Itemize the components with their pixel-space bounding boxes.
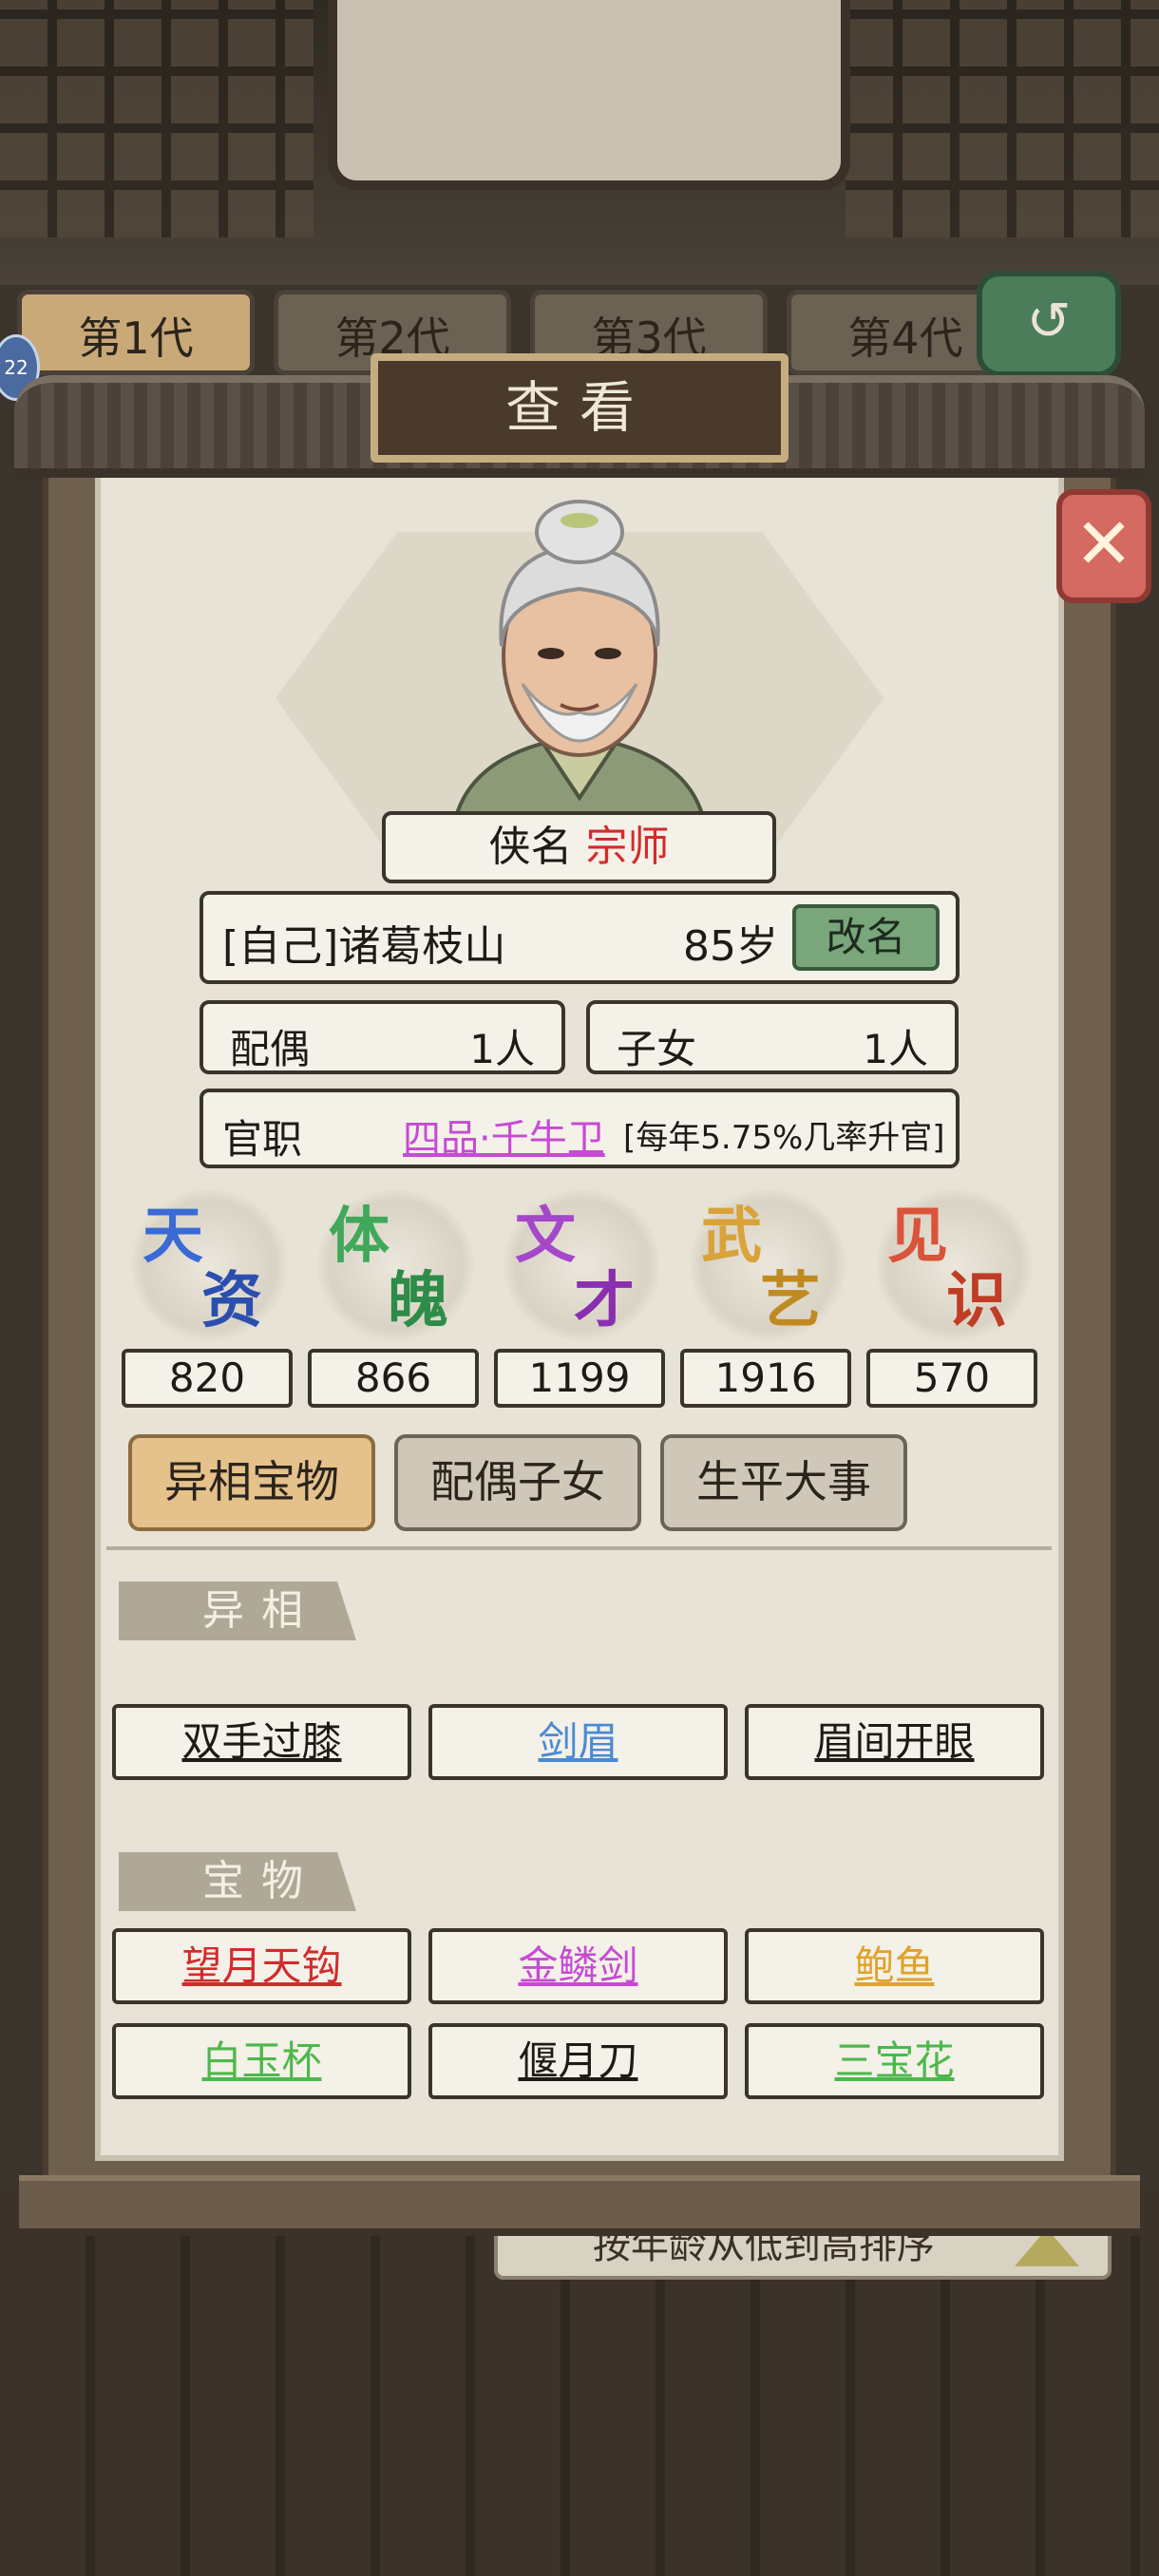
name-row: [自己]诸葛枝山 85岁 改名 <box>200 891 960 984</box>
attribute-value: 1199 <box>494 1349 665 1408</box>
office-label: 官职 <box>222 1116 303 1163</box>
treasure-item[interactable]: 鲍鱼 <box>745 1928 1044 2004</box>
attribute-value: 570 <box>866 1349 1037 1408</box>
tab-generation-1[interactable]: 第1代 <box>17 290 255 375</box>
orchid-painting <box>328 0 850 190</box>
attribute-char-1: 体 <box>329 1201 390 1272</box>
lattice-window-left <box>0 0 314 237</box>
character-age: 85岁 <box>683 922 778 971</box>
trait-item[interactable]: 剑眉 <box>428 1704 728 1780</box>
attribute-value: 820 <box>122 1349 293 1408</box>
treasure-item[interactable]: 望月天钩 <box>112 1928 411 2004</box>
treasure-item[interactable]: 白玉杯 <box>112 2023 411 2099</box>
tab-spouse-children[interactable]: 配偶子女 <box>394 1434 641 1531</box>
treasure-item[interactable]: 偃月刀 <box>428 2023 728 2099</box>
traits-section-title: 异相 <box>119 1582 356 1640</box>
back-arrow-icon: ↺ <box>1026 291 1072 352</box>
attribute-value: 1916 <box>680 1349 851 1408</box>
attribute-char-1: 武 <box>701 1201 762 1272</box>
close-button[interactable]: ✕ <box>1056 489 1151 603</box>
treasure-item[interactable]: 三宝花 <box>745 2023 1044 2099</box>
children-box[interactable]: 子女 1人 <box>586 1000 959 1074</box>
lattice-window-right <box>846 0 1159 237</box>
attribute-char-2: 艺 <box>760 1265 821 1336</box>
attribute-char-2: 识 <box>946 1265 1007 1336</box>
hero-title-value: 宗师 <box>585 823 670 871</box>
avatar <box>453 500 706 817</box>
children-count: 1人 <box>863 1026 928 1072</box>
trait-item[interactable]: 眉间开眼 <box>745 1704 1044 1780</box>
attribute-char-2: 魄 <box>388 1265 448 1336</box>
attribute-char-2: 资 <box>201 1265 262 1336</box>
attribute-char-1: 文 <box>515 1201 576 1272</box>
promotion-chance: [每年5.75%几率升官] <box>623 1119 945 1157</box>
attribute-char-1: 天 <box>142 1201 203 1272</box>
hero-title-box: 侠名 宗师 <box>382 811 776 883</box>
spouse-box[interactable]: 配偶 1人 <box>200 1000 565 1074</box>
trait-item[interactable]: 双手过膝 <box>112 1704 411 1780</box>
spouse-count: 1人 <box>469 1026 535 1072</box>
rename-button[interactable]: 改名 <box>792 904 940 971</box>
tab-traits-treasures[interactable]: 异相宝物 <box>128 1434 375 1531</box>
children-label: 子女 <box>617 1026 697 1072</box>
character-name: [自己]诸葛枝山 <box>222 922 506 971</box>
panel-base <box>19 2175 1140 2236</box>
close-icon: ✕ <box>1074 503 1133 585</box>
panel-title: 查看 <box>370 353 788 463</box>
attribute-char-1: 见 <box>887 1201 948 1272</box>
tab-life-events[interactable]: 生平大事 <box>660 1434 907 1531</box>
spouse-label: 配偶 <box>230 1026 311 1072</box>
hero-title-label: 侠名 <box>488 823 573 871</box>
attribute-char-2: 才 <box>574 1265 635 1336</box>
office-rank-link[interactable]: 四品·千牛卫 <box>403 1108 605 1163</box>
back-button[interactable]: ↺ <box>977 271 1121 377</box>
treasures-section-title: 宝物 <box>119 1852 356 1911</box>
office-row: 官职 四品·千牛卫 [每年5.75%几率升官] <box>200 1089 960 1168</box>
attribute-value: 866 <box>308 1349 479 1408</box>
treasure-item[interactable]: 金鳞剑 <box>428 1928 728 2004</box>
section-divider <box>106 1546 1052 1550</box>
